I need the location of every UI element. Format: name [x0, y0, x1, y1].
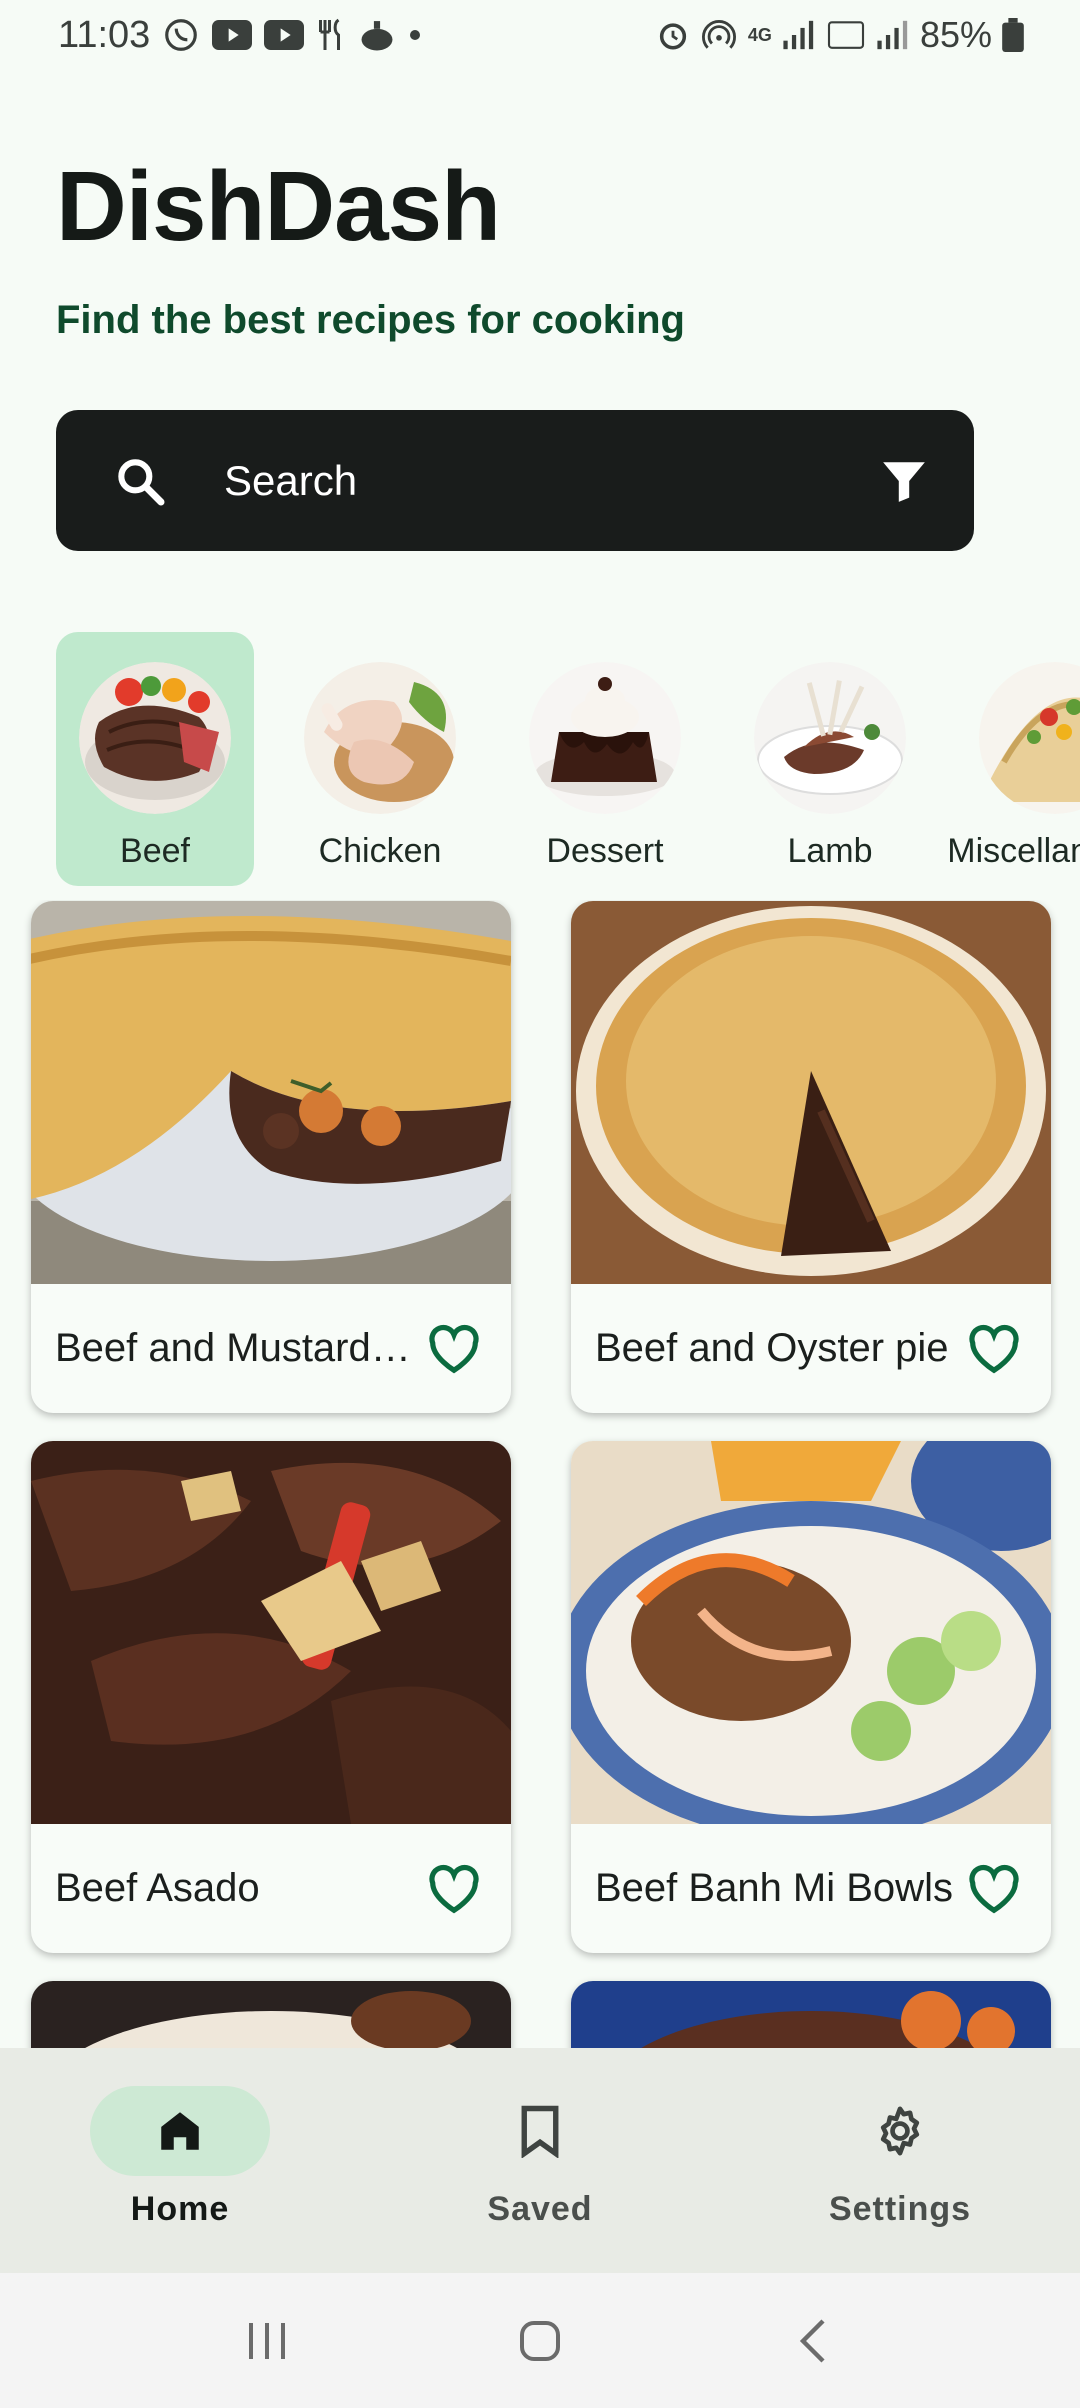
recipe-card[interactable]: Beef and Mustard Pie [31, 901, 511, 1413]
battery-percentage: 85% [919, 14, 992, 55]
favorite-heart-icon[interactable] [963, 1318, 1025, 1380]
filter-icon[interactable] [874, 451, 934, 511]
recipe-card[interactable]: Beef Banh Mi Bowls [571, 1441, 1051, 1953]
battery-icon [1002, 18, 1024, 52]
recipe-card[interactable]: Beef Asado [31, 1441, 511, 1953]
recipe-card-footer: Beef and Mustard Pie [31, 1284, 511, 1413]
recipe-card-partial[interactable] [31, 1981, 511, 2048]
favorite-heart-icon[interactable] [963, 1858, 1025, 1920]
category-label: Miscellaneous [947, 832, 1080, 870]
system-home-icon [519, 2320, 560, 2361]
category-dessert[interactable]: Dessert [506, 632, 704, 886]
recipe-card-partial[interactable] [571, 1981, 1051, 2048]
lamb-category-image [754, 662, 906, 814]
category-label: Chicken [318, 832, 442, 870]
favorite-heart-icon[interactable] [423, 1858, 485, 1920]
home-icon [161, 2112, 199, 2150]
nav-label: Saved [487, 2190, 593, 2228]
recent-apps-button[interactable] [217, 2301, 317, 2381]
recipe-title: Beef Banh Mi Bowls [595, 1866, 953, 1910]
recipe-image [31, 901, 511, 1284]
status-bar: 11:03 4G 85% [0, 0, 1080, 70]
notification-dot-icon [408, 28, 422, 42]
system-navigation-bar [0, 2273, 1080, 2408]
recipe-image [571, 1981, 1051, 2048]
volte-icon [826, 18, 866, 52]
hotspot-icon [700, 18, 738, 52]
dessert-category-image [529, 662, 681, 814]
restaurant-icon [316, 17, 346, 53]
nav-settings[interactable]: Settings [750, 2048, 1050, 2273]
category-label: Dessert [546, 832, 664, 870]
recipe-title: Beef Asado [55, 1866, 260, 1910]
youtube-icon-2 [264, 20, 305, 50]
whatsapp-icon [162, 16, 200, 54]
nav-settings-indicator [810, 2086, 990, 2176]
signal-icon-2 [876, 20, 910, 50]
cooking-pot-icon [358, 18, 396, 52]
status-time: 11:03 [58, 13, 151, 56]
home-system-button[interactable] [490, 2301, 590, 2381]
search-icon[interactable] [110, 451, 170, 511]
app-title: DishDash [56, 151, 501, 261]
back-button[interactable] [763, 2301, 863, 2381]
youtube-icon [212, 20, 253, 50]
recipe-grid: Beef and Mustard Pie Beef and Oyster pie [0, 900, 1080, 2048]
search-input[interactable] [222, 455, 874, 506]
recipe-card-footer: Beef Banh Mi Bowls [571, 1824, 1051, 1953]
category-label: Beef [120, 832, 190, 870]
nav-saved-indicator [450, 2086, 630, 2176]
status-bar-left: 11:03 [58, 14, 422, 57]
alarm-icon [656, 18, 690, 52]
network-type-label: 4G [747, 24, 772, 45]
beef-category-image [79, 662, 231, 814]
miscellaneous-category-image [979, 662, 1080, 814]
category-label: Lamb [787, 832, 873, 870]
search-bar[interactable] [56, 410, 974, 551]
bottom-navigation: Home Saved Settings [0, 2048, 1080, 2273]
chicken-category-image [304, 662, 456, 814]
recipe-image [571, 901, 1051, 1284]
nav-label: Home [130, 2190, 230, 2228]
recent-apps-icon [248, 2322, 285, 2359]
recipe-image [31, 1981, 511, 2048]
recipe-title: Beef and Mustard Pie [55, 1326, 415, 1370]
favorite-heart-icon[interactable] [423, 1318, 485, 1380]
recipe-title: Beef and Oyster pie [595, 1326, 949, 1370]
back-icon [800, 2318, 825, 2363]
nav-saved[interactable]: Saved [390, 2048, 690, 2273]
recipe-card[interactable]: Beef and Oyster pie [571, 901, 1051, 1413]
category-list: Beef Chicken Dessert Lamb Miscellan [56, 632, 1080, 886]
recipe-image [571, 1441, 1051, 1824]
category-miscellaneous[interactable]: Miscellaneous [947, 632, 1080, 886]
category-beef[interactable]: Beef [56, 632, 254, 886]
app-subtitle: Find the best recipes for cooking [56, 298, 685, 342]
nav-home-indicator [90, 2086, 270, 2176]
category-lamb[interactable]: Lamb [731, 632, 929, 886]
nav-label: Settings [828, 2190, 972, 2228]
bookmark-icon [521, 2105, 559, 2158]
recipe-card-footer: Beef Asado [31, 1824, 511, 1953]
status-bar-right: 4G 85% [656, 14, 1024, 56]
nav-home[interactable]: Home [30, 2048, 330, 2273]
gear-icon [880, 2106, 920, 2156]
recipe-image [31, 1441, 511, 1824]
category-chicken[interactable]: Chicken [281, 632, 479, 886]
signal-icon [782, 20, 816, 50]
recipe-card-footer: Beef and Oyster pie [571, 1284, 1051, 1413]
